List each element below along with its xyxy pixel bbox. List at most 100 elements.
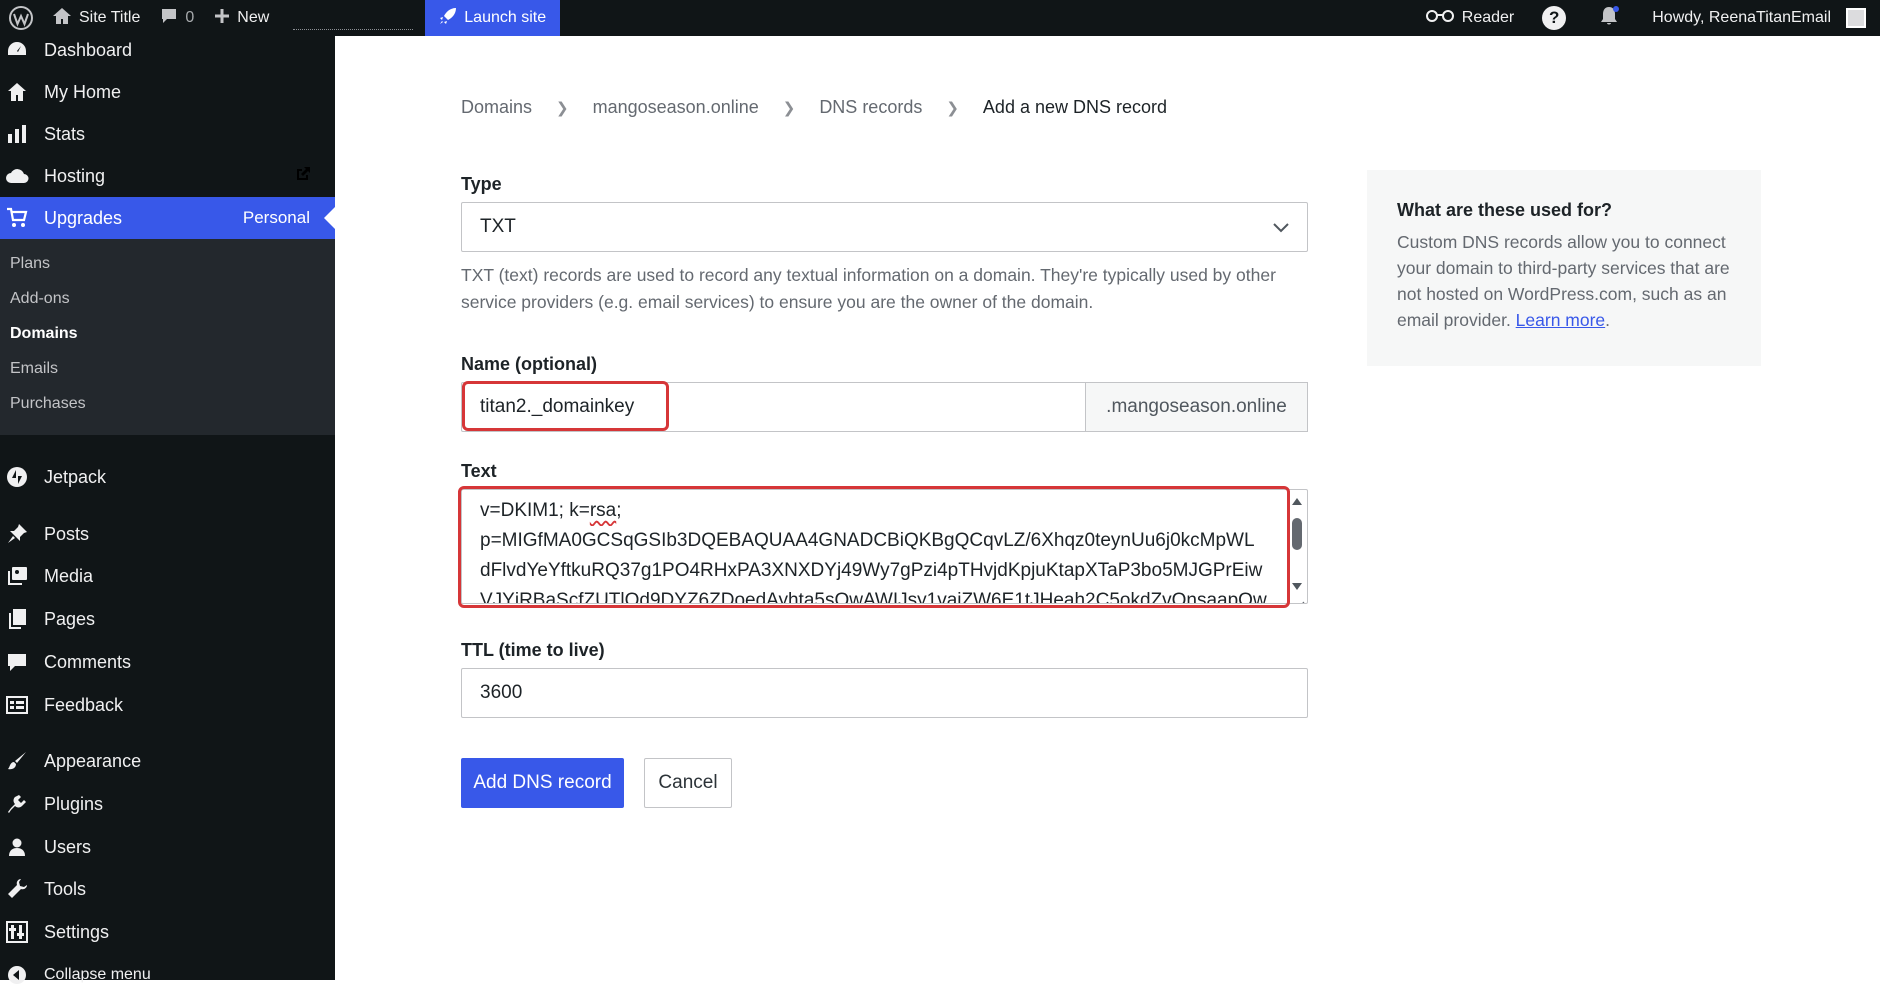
dashboard-gauge-icon xyxy=(4,37,30,63)
pages-icon xyxy=(4,606,30,632)
submenu-item-addons[interactable]: Add-ons xyxy=(10,290,70,308)
reader-link[interactable]: Reader xyxy=(1415,0,1532,36)
current-indicator xyxy=(324,207,335,229)
scroll-up-arrow-icon[interactable] xyxy=(1292,498,1302,505)
submenu-item-emails[interactable]: Emails xyxy=(10,360,58,378)
info-card: What are these used for? Custom DNS reco… xyxy=(1367,170,1761,366)
howdy-label: Howdy, ReenaTitanEmail xyxy=(1652,9,1831,26)
text-line: VJYjRBaScfZUTlQd9DYZ6ZDoedAyhta5sQwAWIJs… xyxy=(480,590,1267,604)
scrollbar-thumb[interactable] xyxy=(1292,518,1302,550)
external-link-icon xyxy=(295,166,311,187)
submenu-item-purchases[interactable]: Purchases xyxy=(10,395,86,413)
resize-grip-icon[interactable] xyxy=(1295,591,1305,603)
text-label: Text xyxy=(461,461,497,481)
sidebar-item-label: Dashboard xyxy=(44,39,133,60)
ttl-label: TTL (time to live) xyxy=(461,640,605,660)
sidebar-item-label: Appearance xyxy=(44,750,142,771)
site-title-label: Site Title xyxy=(79,9,141,26)
notifications-button[interactable] xyxy=(1588,0,1642,36)
collapse-menu-button[interactable]: Collapse menu xyxy=(0,954,335,996)
sidebar-item-settings[interactable]: Settings xyxy=(0,911,335,953)
cloud-icon xyxy=(4,163,30,189)
upgrades-submenu: Plans Add-ons Domains Emails Purchases xyxy=(0,239,335,435)
sidebar-item-upgrades[interactable]: Upgrades Personal xyxy=(0,197,335,239)
chevron-right-icon: ❯ xyxy=(782,99,796,117)
new-label: New xyxy=(237,9,270,26)
textarea-scrollbar[interactable] xyxy=(1289,492,1305,600)
sidebar-item-comments[interactable]: Comments xyxy=(0,641,335,683)
record-type-select[interactable]: TXT xyxy=(461,202,1308,252)
type-label: Type xyxy=(461,174,502,194)
collapse-menu-label: Collapse menu xyxy=(44,966,151,983)
ttl-field[interactable]: 3600 xyxy=(461,668,1308,718)
user-icon xyxy=(4,834,30,860)
sidebar-item-pages[interactable]: Pages xyxy=(0,598,335,640)
comment-bubble-icon xyxy=(4,649,30,675)
sidebar-item-my-home[interactable]: My Home xyxy=(0,71,335,113)
sidebar-item-jetpack[interactable]: Jetpack xyxy=(0,456,335,498)
ttl-field-value: 3600 xyxy=(480,682,523,703)
sidebar-item-plugins[interactable]: Plugins xyxy=(0,783,335,825)
add-dns-record-button[interactable]: Add DNS record xyxy=(461,758,624,808)
sidebar-item-feedback[interactable]: Feedback xyxy=(0,684,335,726)
breadcrumb-domains[interactable]: Domains xyxy=(461,97,532,118)
sidebar-item-label: Jetpack xyxy=(44,466,107,487)
name-field[interactable]: titan2._domainkey xyxy=(461,382,1085,432)
sidebar-item-label: Feedback xyxy=(44,694,124,715)
admin-sidebar: Dashboard My Home Stats Hosting Upgrades… xyxy=(0,36,335,984)
media-icon xyxy=(4,563,30,589)
text-line: p=MIGfMA0GCSqGSIb3DQEBAQUAA4GNADCBiQKBgQ… xyxy=(480,530,1255,551)
sidebar-item-users[interactable]: Users xyxy=(0,826,335,868)
record-type-value: TXT xyxy=(480,216,516,237)
feedback-form-icon xyxy=(4,692,30,718)
sidebar-item-dashboard[interactable]: Dashboard xyxy=(0,29,335,71)
breadcrumb-domain[interactable]: mangoseason.online xyxy=(593,97,759,118)
scroll-down-arrow-icon[interactable] xyxy=(1292,583,1302,590)
sidebar-item-posts[interactable]: Posts xyxy=(0,513,335,555)
reader-label: Reader xyxy=(1461,9,1515,26)
breadcrumb-current: Add a new DNS record xyxy=(982,97,1168,117)
chevron-right-icon: ❯ xyxy=(946,99,959,117)
chevron-down-icon xyxy=(1271,217,1291,243)
rocket-icon xyxy=(439,7,457,30)
sidebar-item-label: My Home xyxy=(44,81,122,102)
name-label: Name (optional) xyxy=(461,354,598,374)
launch-site-label: Launch site xyxy=(464,9,547,26)
sidebar-item-media[interactable]: Media xyxy=(0,555,335,597)
avatar xyxy=(1846,8,1866,28)
domain-suffix: .mangoseason.online xyxy=(1085,382,1308,432)
sidebar-item-tools[interactable]: Tools xyxy=(0,868,335,910)
submenu-item-plans[interactable]: Plans xyxy=(10,255,50,273)
breadcrumb-dns-records[interactable]: DNS records xyxy=(819,97,922,118)
launch-site-button[interactable]: Launch site xyxy=(425,0,561,36)
text-line: v=DKIM1; k=rsa; xyxy=(480,500,622,521)
name-field-value: titan2._domainkey xyxy=(480,396,635,417)
sidebar-item-label: Posts xyxy=(44,523,90,544)
text-line: dFlvdYeYftkuRQ37g1PO4RHxPA3XNXDYj49Wy7gP… xyxy=(480,560,1263,581)
my-account-menu[interactable]: Howdy, ReenaTitanEmail xyxy=(1642,0,1880,36)
settings-sliders-icon xyxy=(4,919,30,945)
breadcrumb: Domains ❯ mangoseason.online ❯ DNS recor… xyxy=(461,97,1167,118)
sidebar-item-hosting[interactable]: Hosting xyxy=(0,155,335,197)
bar-chart-icon xyxy=(4,121,30,147)
admin-bar-search[interactable] xyxy=(293,0,414,30)
text-area[interactable]: v=DKIM1; k=rsa; p=MIGfMA0GCSqGSIb3DQEBAQ… xyxy=(461,489,1308,604)
bell-icon xyxy=(1598,5,1620,32)
sidebar-item-label: Settings xyxy=(44,921,110,942)
glasses-icon xyxy=(1425,8,1455,29)
pushpin-icon xyxy=(4,521,30,547)
submenu-item-domains[interactable]: Domains xyxy=(10,325,78,343)
info-card-period: . xyxy=(1605,310,1611,330)
jetpack-icon xyxy=(4,464,30,490)
sidebar-item-label: Plugins xyxy=(44,793,104,814)
plug-icon xyxy=(4,791,30,817)
home-icon xyxy=(4,79,30,105)
comments-count: 0 xyxy=(185,9,195,26)
paintbrush-icon xyxy=(4,748,30,774)
sidebar-item-appearance[interactable]: Appearance xyxy=(0,740,335,782)
help-button[interactable]: ? xyxy=(1532,0,1588,36)
collapse-arrow-icon xyxy=(4,962,30,988)
sidebar-item-stats[interactable]: Stats xyxy=(0,113,335,155)
learn-more-link[interactable]: Learn more xyxy=(1516,310,1606,330)
cancel-button[interactable]: Cancel xyxy=(644,758,732,808)
